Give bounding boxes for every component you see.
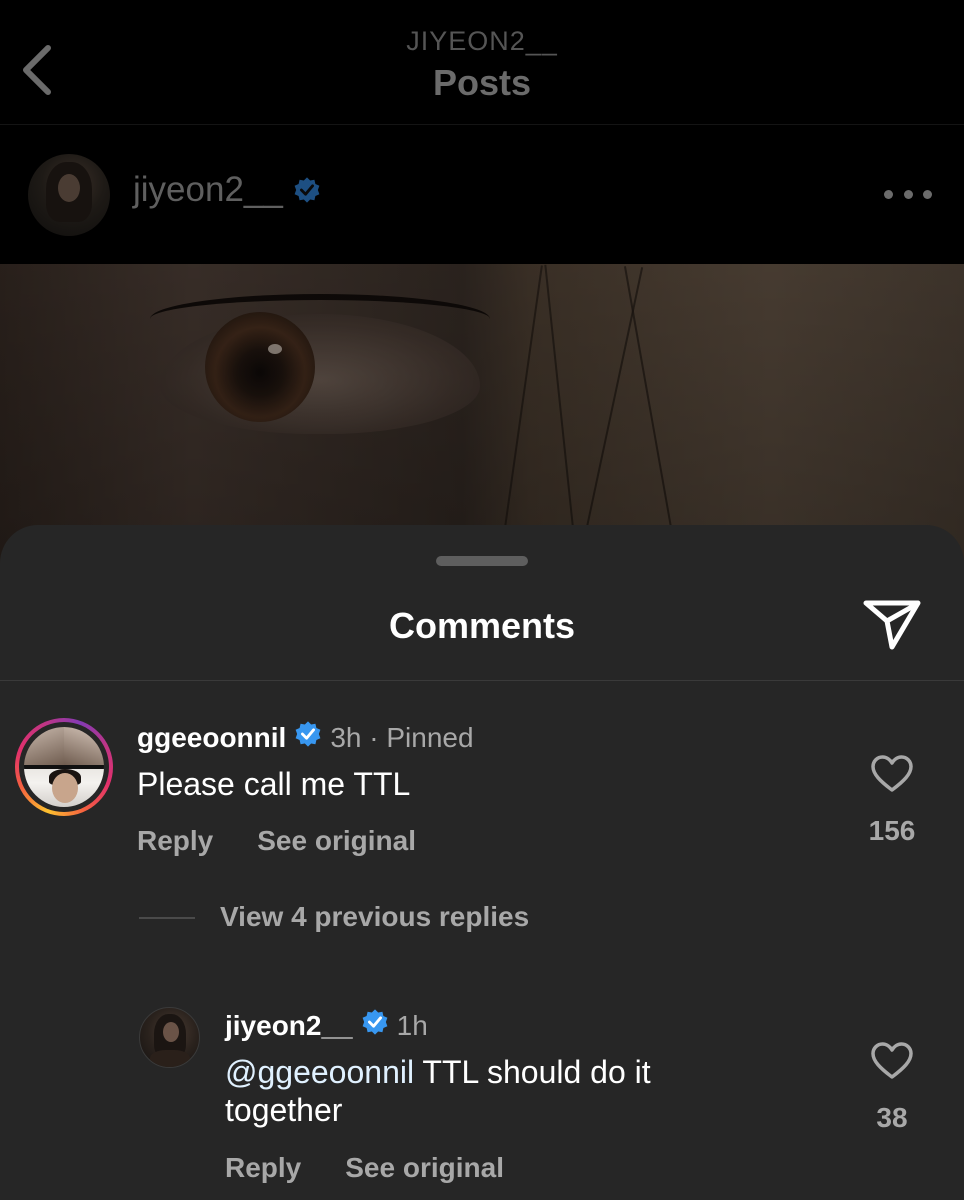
dot-icon [903, 189, 913, 199]
post-author-avatar[interactable] [28, 154, 110, 236]
post-author[interactable]: jiyeon2__ [133, 170, 321, 210]
reply-button[interactable]: Reply [137, 825, 213, 857]
top-navigation-bar: JIYEON2__ Posts [0, 0, 964, 125]
see-original-button[interactable]: See original [257, 825, 416, 857]
post-author-username[interactable]: jiyeon2__ [133, 170, 283, 210]
reply-time: 1h [396, 1009, 428, 1041]
more-options-button[interactable] [884, 182, 932, 206]
paper-plane-icon [863, 600, 921, 650]
comment-actions: Reply See original [137, 825, 416, 857]
profile-handle-subtitle: JIYEON2__ [406, 26, 558, 56]
like-count: 156 [868, 815, 916, 846]
post-image[interactable] [0, 264, 964, 564]
like-button[interactable] [870, 1041, 914, 1081]
see-original-button[interactable]: See original [345, 1152, 504, 1184]
share-button[interactable] [862, 597, 922, 651]
reply-username[interactable]: jiyeon2__ [225, 1010, 353, 1042]
comment-username[interactable]: ggeeoonnil [137, 722, 286, 754]
avatar [24, 727, 104, 807]
verified-badge-icon [294, 177, 320, 203]
heart-icon [871, 1042, 913, 1079]
like-count: 38 [876, 1102, 908, 1133]
verified-badge-icon [295, 721, 321, 747]
view-previous-replies-button[interactable]: View 4 previous replies [220, 901, 529, 933]
story-ring-avatar[interactable] [15, 718, 113, 816]
dot-icon [884, 189, 893, 199]
dot-icon [923, 189, 932, 199]
reply-text: @ggeeoonnil TTL should do it together [225, 1053, 725, 1129]
avatar[interactable] [139, 1007, 200, 1068]
post-header: jiyeon2__ [0, 126, 964, 264]
reply-meta: jiyeon2__ 1h [225, 1008, 428, 1043]
comment-time: 3h · Pinned [330, 721, 474, 753]
mention-link[interactable]: @ggeeoonnil [225, 1054, 414, 1090]
divider [0, 680, 964, 681]
reply-actions: Reply See original [225, 1152, 504, 1184]
comments-title: Comments [388, 605, 576, 646]
reply-button[interactable]: Reply [225, 1152, 301, 1184]
replies-divider-line [139, 917, 195, 919]
comment-meta: ggeeoonnil 3h · Pinned [137, 720, 474, 755]
page-title: Posts [432, 62, 532, 103]
comment-text: Please call me TTL [137, 766, 411, 802]
verified-badge-icon [362, 1009, 388, 1035]
like-button[interactable] [870, 754, 914, 794]
image-shade [0, 264, 964, 564]
heart-icon [871, 755, 913, 792]
sheet-drag-handle[interactable] [436, 556, 528, 566]
